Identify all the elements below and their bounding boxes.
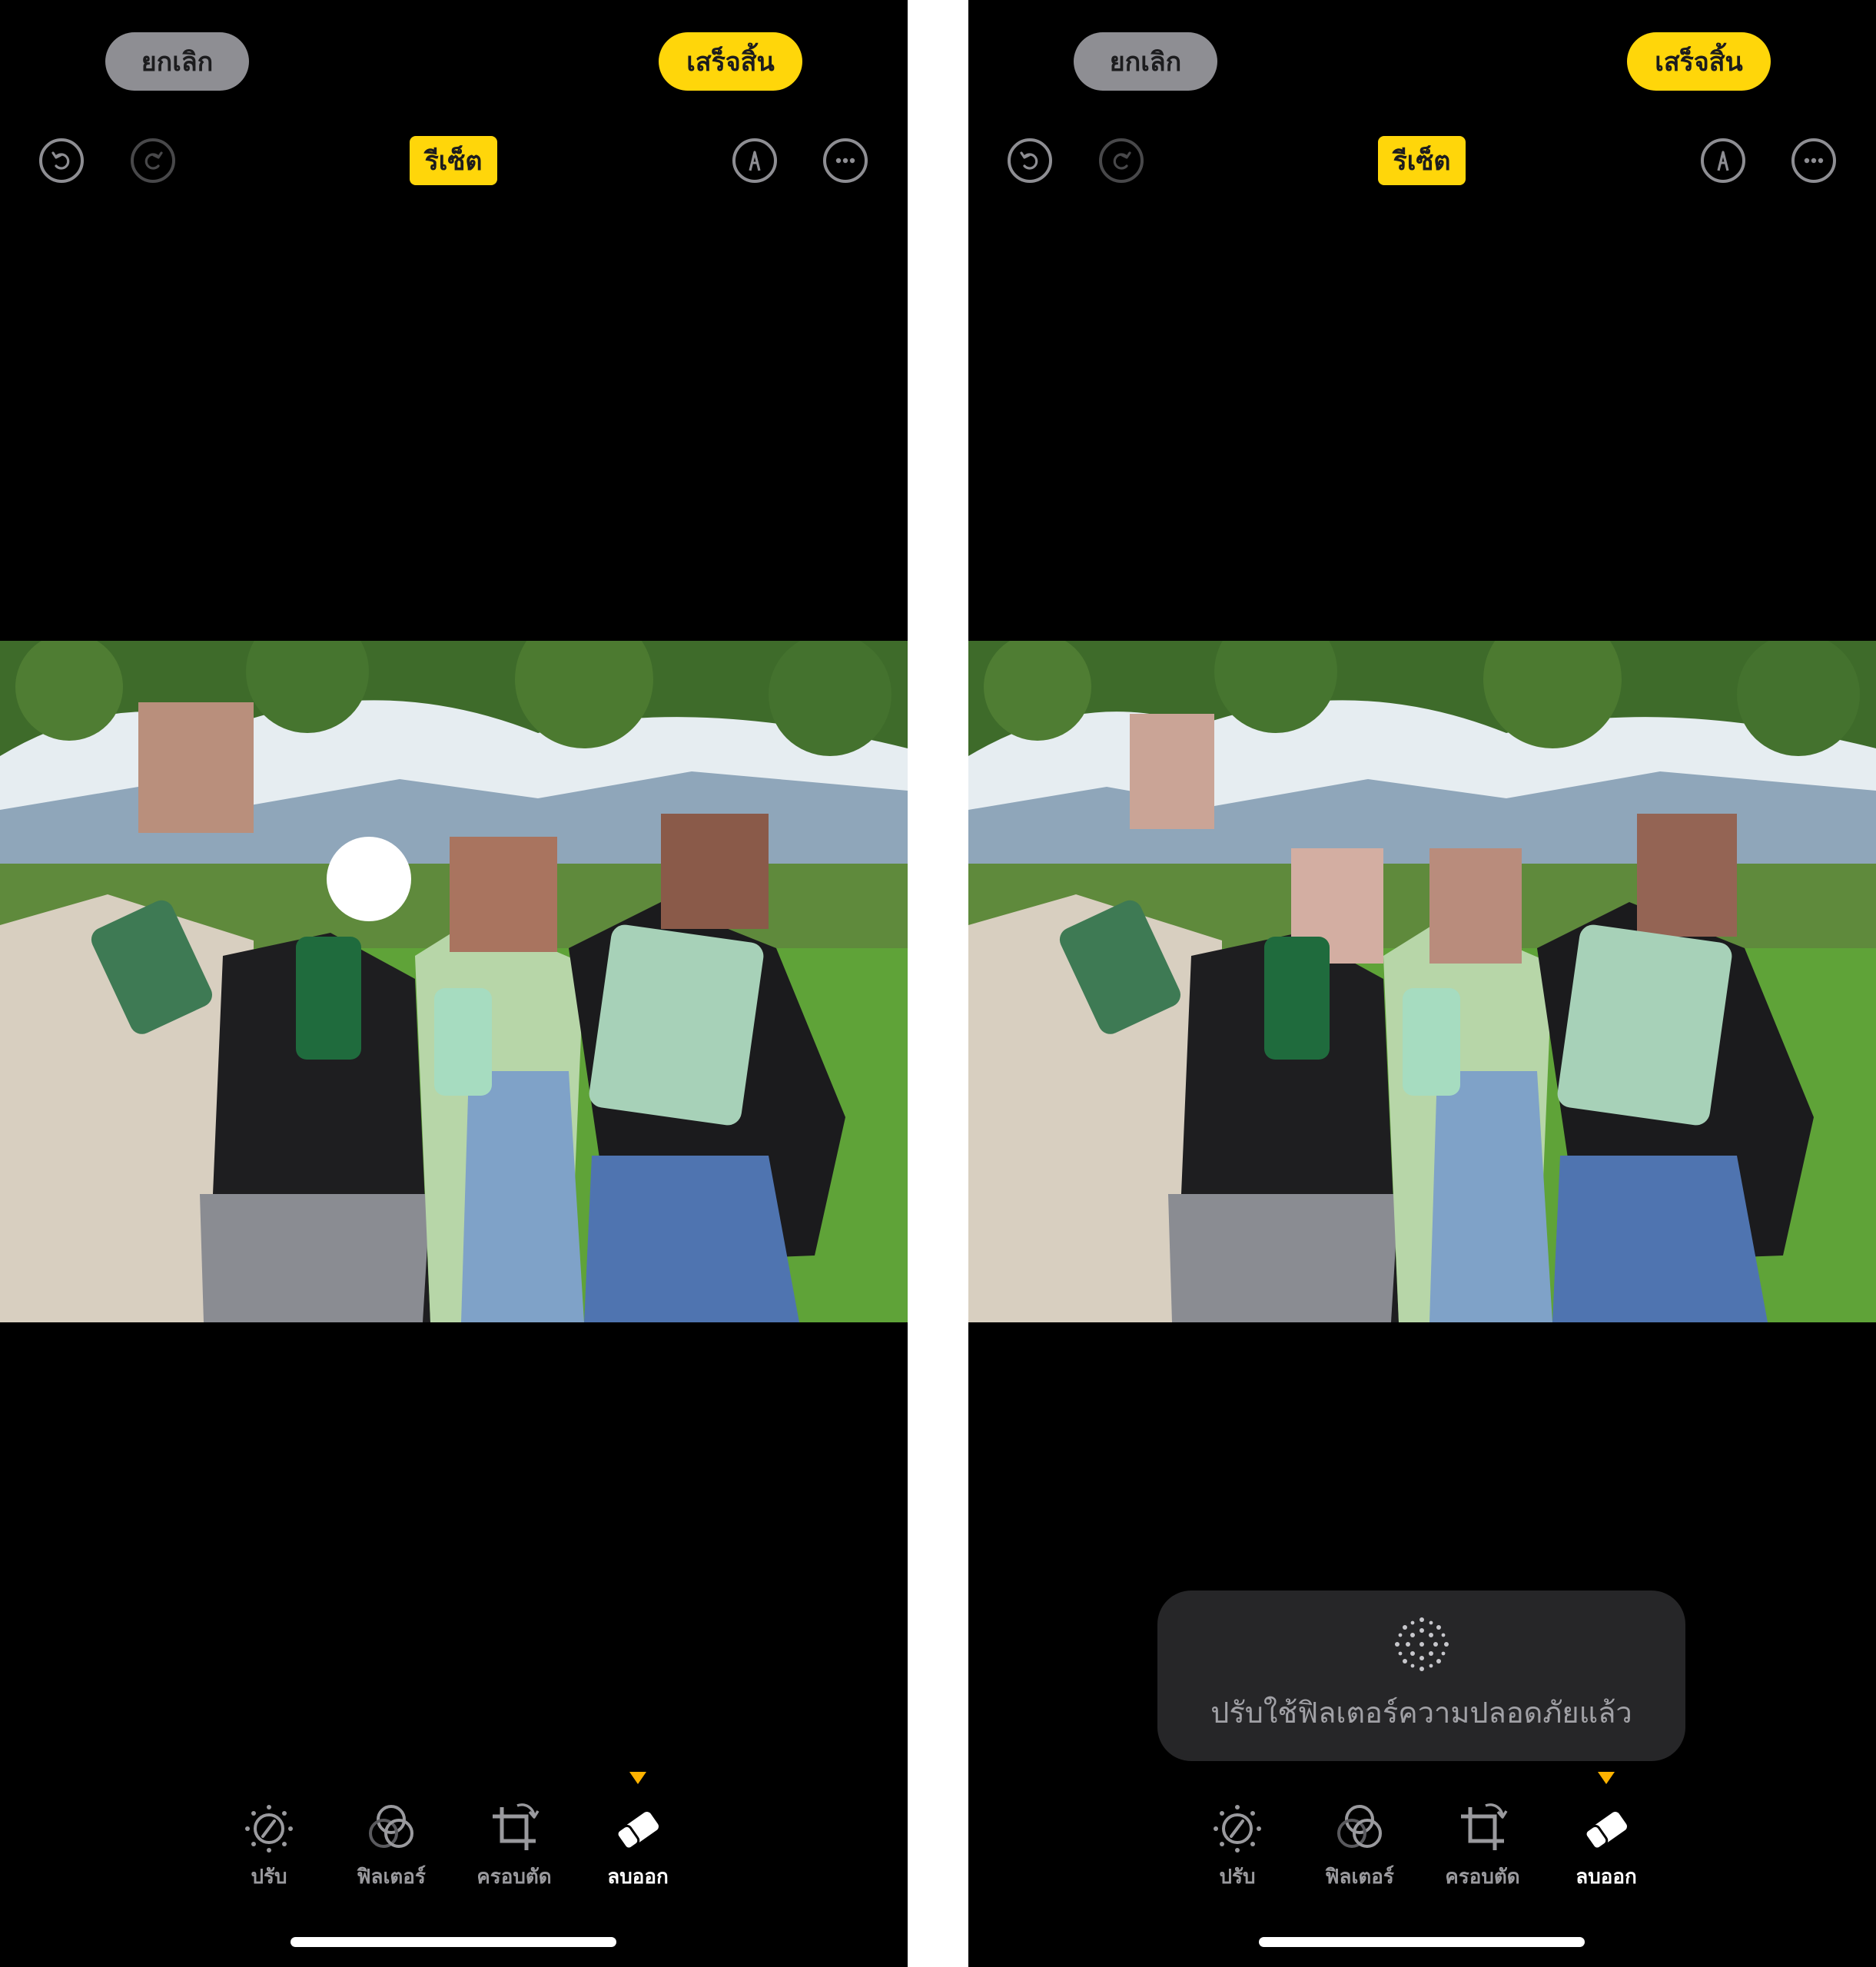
photo-editor-screen-left: ยกเลิก เสร็จสิ้น รีเซ็ต ปรับ ฟิลเตอร์ คร…: [0, 0, 908, 1967]
tool-erase-label: ลบออก: [607, 1866, 669, 1889]
markup-button[interactable]: [1701, 138, 1745, 183]
adjust-dial-icon: [1214, 1805, 1261, 1853]
redo-button[interactable]: [1099, 138, 1144, 183]
crop-icon: [1461, 1803, 1508, 1850]
reset-button[interactable]: รีเซ็ต: [1378, 136, 1466, 185]
tool-erase-label: ลบออก: [1576, 1866, 1637, 1889]
markup-pen-icon: [749, 151, 761, 171]
tool-erase[interactable]: ลบออก: [580, 1798, 696, 1892]
more-ellipsis-icon: [1804, 158, 1824, 164]
redo-icon: [1113, 151, 1131, 170]
tool-filters[interactable]: ฟิลเตอร์: [1302, 1798, 1417, 1892]
active-tool-marker: [629, 1772, 646, 1784]
active-tool-marker: [1598, 1772, 1615, 1784]
edited-photo[interactable]: [0, 641, 908, 1322]
tool-crop-label: ครอบตัด: [476, 1866, 552, 1889]
done-button[interactable]: เสร็จสิ้น: [1627, 32, 1771, 91]
safety-filter-icon: [1394, 1617, 1449, 1671]
tool-filters-label: ฟิลเตอร์: [1325, 1866, 1394, 1889]
toast-message: ปรับใช้ฟิลเตอร์ความปลอดภัยแล้ว: [1210, 1695, 1632, 1730]
cancel-button[interactable]: ยกเลิก: [105, 32, 249, 91]
reset-button[interactable]: รีเซ็ต: [410, 136, 497, 185]
undo-icon: [51, 151, 70, 170]
markup-button[interactable]: [732, 138, 777, 183]
redo-icon: [144, 151, 163, 170]
adjust-dial-icon: [245, 1805, 293, 1853]
home-indicator: [1259, 1937, 1585, 1947]
tool-crop-label: ครอบตัด: [1445, 1866, 1520, 1889]
undo-icon: [1020, 151, 1038, 170]
tool-adjust[interactable]: ปรับ: [211, 1798, 327, 1892]
tool-adjust[interactable]: ปรับ: [1180, 1798, 1295, 1892]
more-button[interactable]: [1791, 138, 1836, 183]
crop-icon: [493, 1803, 540, 1850]
tool-filters[interactable]: ฟิลเตอร์: [334, 1798, 449, 1892]
undo-button[interactable]: [1008, 138, 1052, 183]
tool-crop[interactable]: ครอบตัด: [1425, 1798, 1540, 1892]
redo-button[interactable]: [131, 138, 175, 183]
tool-adjust-label: ปรับ: [251, 1866, 287, 1889]
more-ellipsis-icon: [835, 158, 855, 164]
eraser-icon: [616, 1811, 659, 1850]
safety-filter-toast: ปรับใช้ฟิลเตอร์ความปลอดภัยแล้ว: [1157, 1591, 1685, 1761]
undo-button[interactable]: [39, 138, 84, 183]
filters-circles-icon: [369, 1805, 413, 1848]
cancel-button[interactable]: ยกเลิก: [1074, 32, 1217, 91]
tool-crop[interactable]: ครอบตัด: [457, 1798, 572, 1892]
filters-circles-icon: [1337, 1805, 1382, 1848]
photo-editor-screen-right: ยกเลิก เสร็จสิ้น รีเซ็ต ปรับใช้ฟิลเตอร์ค…: [968, 0, 1876, 1967]
edited-photo[interactable]: [968, 641, 1876, 1322]
done-button[interactable]: เสร็จสิ้น: [659, 32, 802, 91]
tool-filters-label: ฟิลเตอร์: [357, 1866, 426, 1889]
more-button[interactable]: [823, 138, 868, 183]
markup-pen-icon: [1717, 151, 1729, 171]
eraser-icon: [1584, 1811, 1627, 1850]
home-indicator: [291, 1937, 616, 1947]
tool-erase[interactable]: ลบออก: [1549, 1798, 1664, 1892]
tool-adjust-label: ปรับ: [1219, 1866, 1256, 1889]
